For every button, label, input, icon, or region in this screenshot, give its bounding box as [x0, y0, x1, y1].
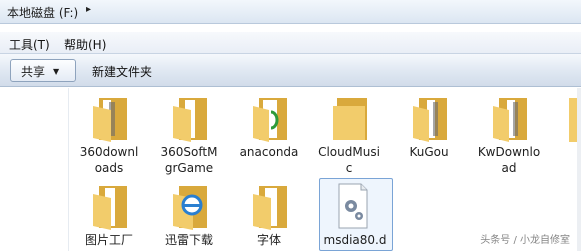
new-folder-button[interactable]: 新建文件夹	[92, 63, 152, 80]
vertical-scrollbar[interactable]	[577, 88, 581, 251]
folder-item-fonts[interactable]: 字体	[229, 176, 309, 251]
menu-help[interactable]: 帮助(H)	[64, 36, 106, 53]
folder-icon	[333, 98, 367, 140]
folder-item-360downloads[interactable]: 360downl oads	[69, 88, 149, 178]
address-bar[interactable]: 本地磁盘 (F:) ▸	[0, 0, 581, 24]
item-name: CloudMusi c	[318, 145, 380, 175]
item-name: KuGou	[409, 145, 449, 159]
folder-icon	[253, 186, 287, 230]
menu-tools[interactable]: 工具(T)	[9, 36, 50, 53]
breadcrumb-drive[interactable]: 本地磁盘 (F:)	[7, 4, 78, 21]
chevron-down-icon: ▼	[53, 67, 60, 76]
share-label: 共享	[21, 65, 46, 79]
folder-icon	[173, 98, 207, 142]
folder-item-picture-factory[interactable]: 图片工厂	[69, 176, 149, 251]
menu-bar: 工具(T) 帮助(H)	[0, 32, 581, 54]
item-name: 360SoftM grGame	[160, 145, 218, 175]
item-name: KwDownlo ad	[477, 145, 541, 175]
item-name: 360downl oads	[79, 145, 139, 175]
item-name: msdia80.d	[323, 233, 387, 247]
item-name: 字体	[256, 233, 281, 247]
folder-icon	[253, 98, 287, 142]
folder-item-360softmgrgame[interactable]: 360SoftM grGame	[149, 88, 229, 178]
share-button[interactable]: 共享 ▼	[10, 59, 76, 82]
folder-icon	[93, 186, 127, 230]
item-name: anaconda	[239, 145, 299, 159]
watermark: 头条号 / 小龙自修室	[477, 230, 573, 247]
folder-icon	[493, 98, 527, 142]
folder-item-xunlei-download[interactable]: 迅雷下载	[149, 176, 229, 251]
item-name: 图片工厂	[84, 233, 133, 247]
folder-ie-icon	[173, 186, 207, 230]
file-item-msdia80-dll[interactable]: msdia80.d	[309, 176, 393, 251]
folder-icon	[413, 98, 447, 142]
folder-item-kwdownload[interactable]: KwDownlo ad	[469, 88, 549, 178]
folder-item-cloudmusic[interactable]: CloudMusi c	[309, 88, 389, 178]
folder-item-kugou[interactable]: KuGou	[389, 88, 469, 178]
file-list-view: 360downloads 360SoftMgrGame anaconda C	[69, 88, 581, 251]
folder-icon	[93, 98, 127, 142]
command-bar: 共享 ▼ 新建文件夹	[0, 54, 581, 87]
chevron-right-icon[interactable]: ▸	[86, 4, 91, 15]
navigation-pane[interactable]	[0, 88, 68, 251]
folder-item-anaconda[interactable]: anaconda	[229, 88, 309, 178]
dll-file-icon	[338, 183, 368, 229]
item-name: 迅雷下载	[164, 233, 213, 247]
